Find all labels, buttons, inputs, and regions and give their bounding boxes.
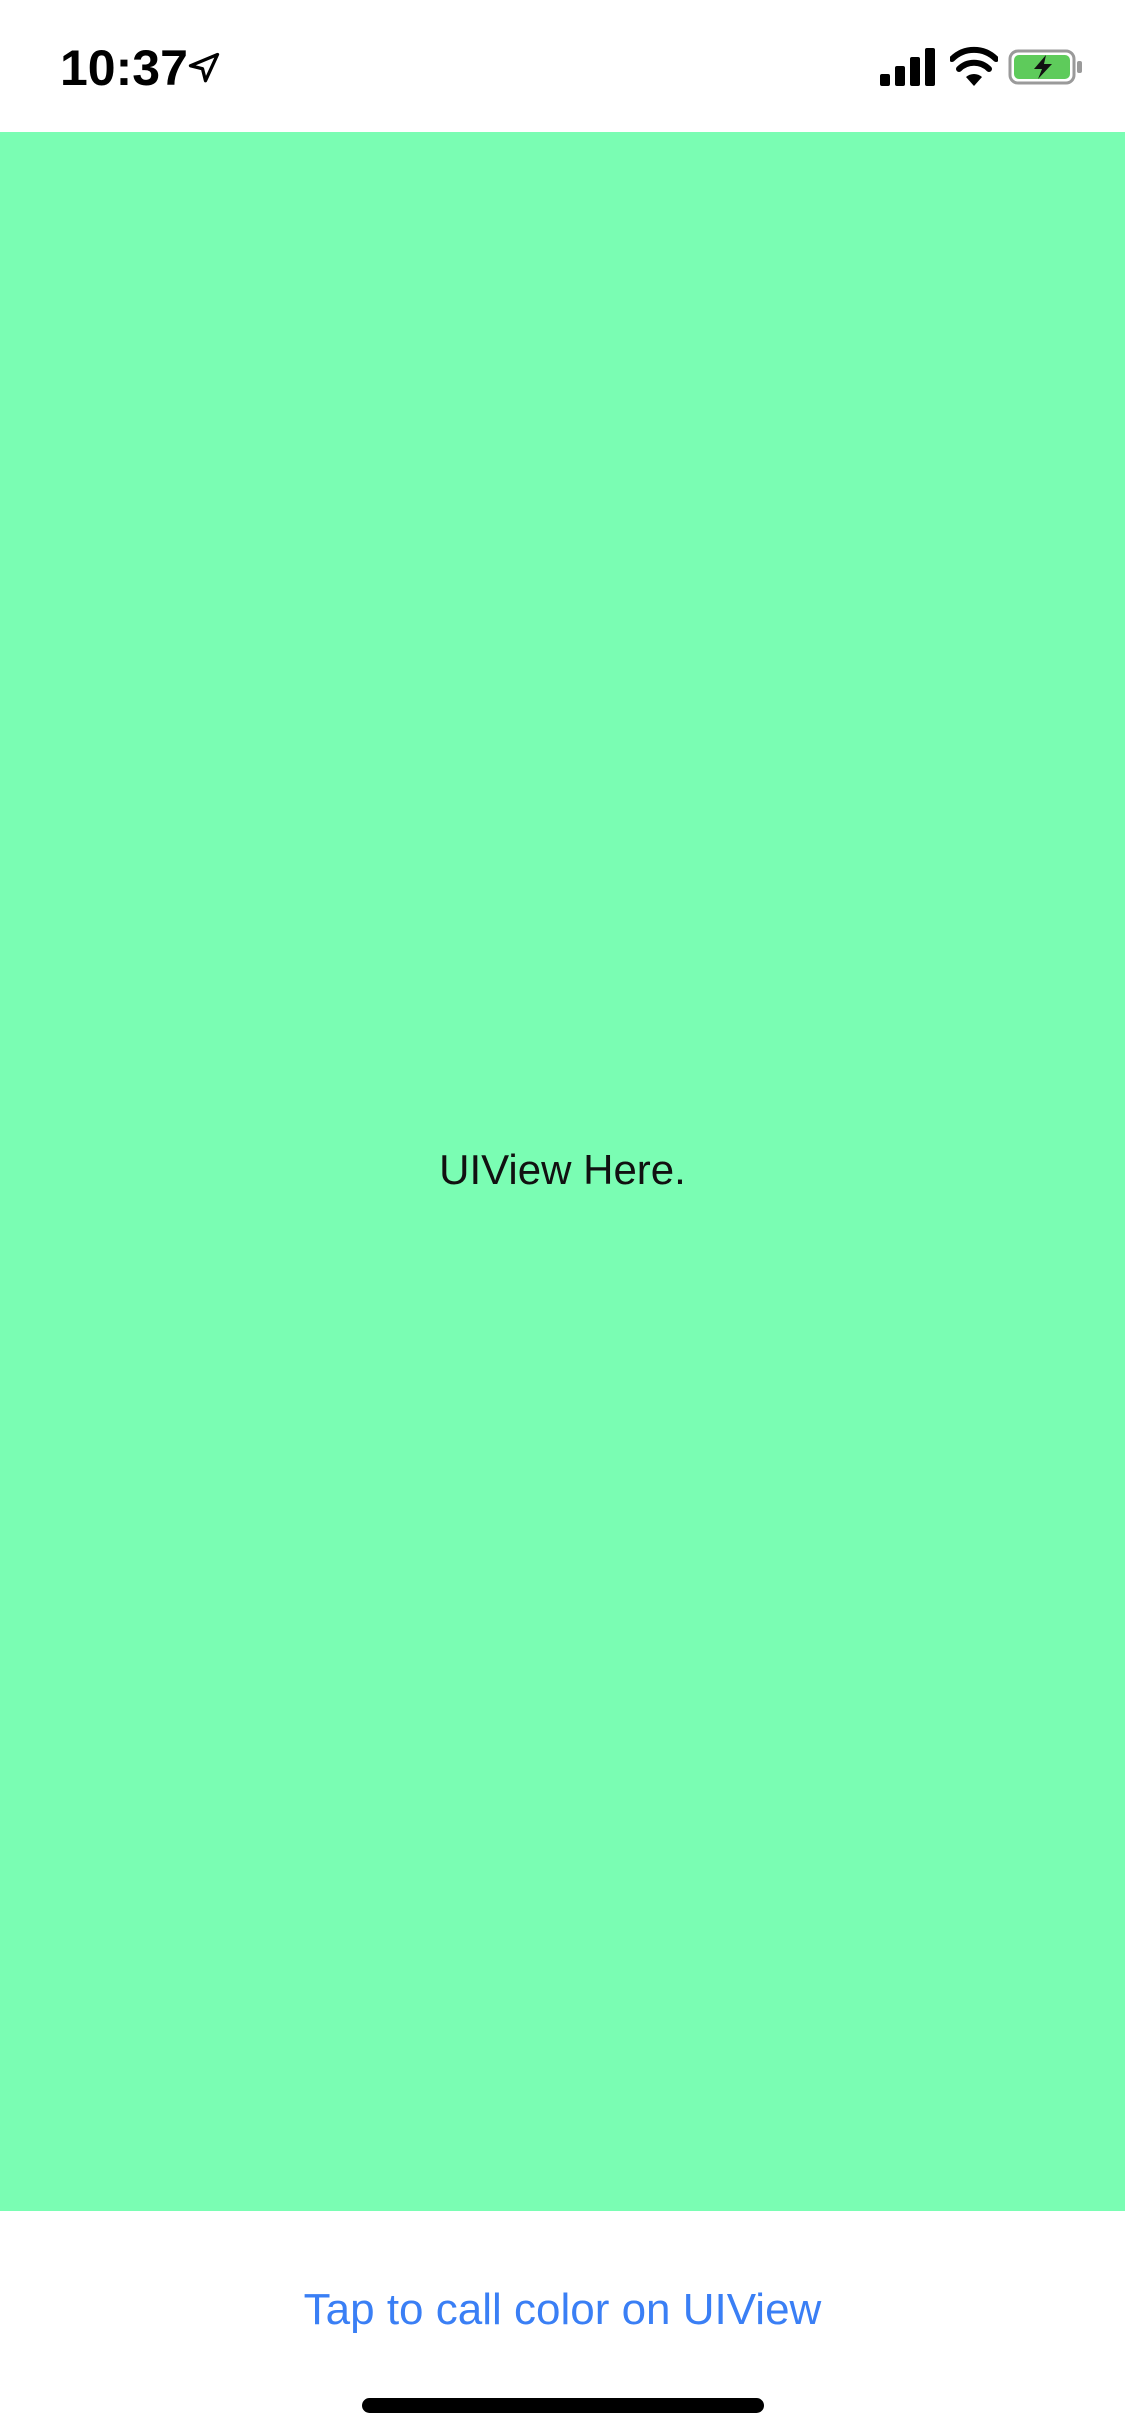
status-bar: 10:37 — [0, 0, 1125, 132]
wifi-icon — [950, 46, 998, 86]
status-time: 10:37 — [60, 40, 188, 96]
location-arrow-icon — [188, 52, 220, 83]
cellular-signal-icon — [880, 48, 935, 86]
battery-charging-icon — [1008, 49, 1082, 85]
home-indicator[interactable] — [362, 2398, 764, 2413]
app-screen: 10:37 UIView Here. Tap to call color on … — [0, 0, 1125, 2436]
call-color-button[interactable]: Tap to call color on UIView — [0, 2280, 1125, 2340]
uiview-label: UIView Here. — [439, 1146, 686, 1193]
